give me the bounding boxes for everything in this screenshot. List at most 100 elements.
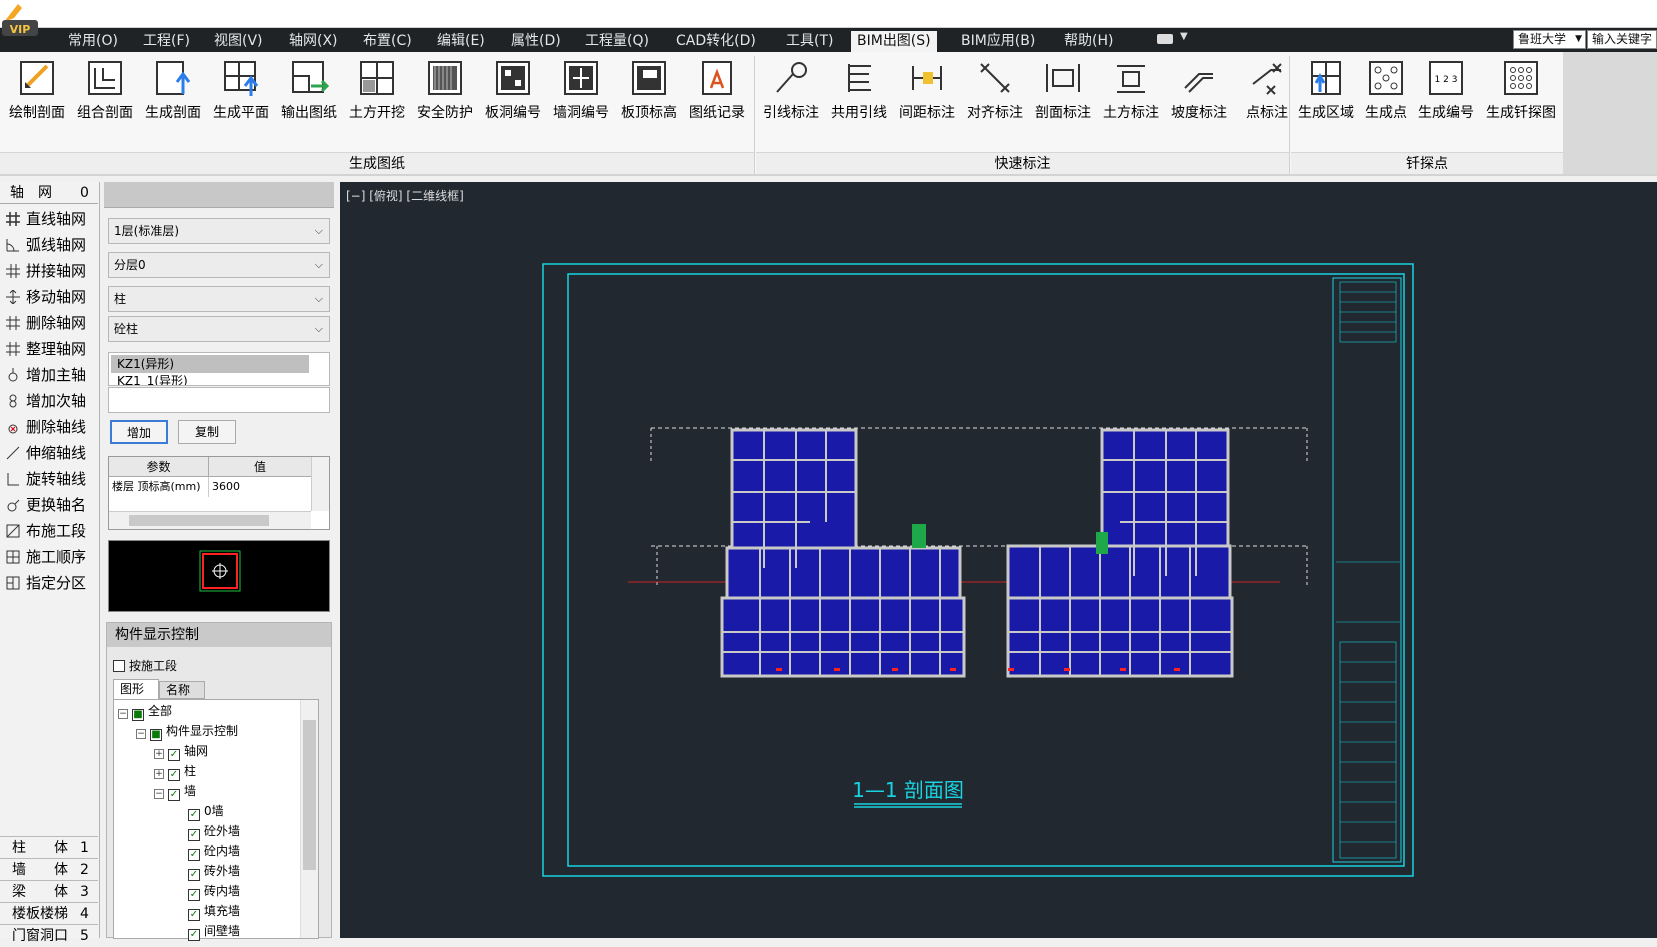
tree-node-grid[interactable]: + ✓ 轴网 [154, 742, 208, 761]
group-label-quick-annotation: 快速标注 [756, 152, 1289, 174]
by-section-checkbox[interactable]: 按施工段 [113, 657, 177, 674]
chevron-down-icon[interactable]: ▼ [1180, 31, 1188, 42]
menu-common[interactable]: 常用(O) [62, 31, 124, 52]
tree-node-brick-ext-wall[interactable]: ✓ 砖外墙 [188, 862, 240, 881]
axis-category-header[interactable]: 轴 网 0 [0, 182, 98, 204]
tree-node-all[interactable]: − ■ 全部 [118, 702, 172, 721]
generate-plan-button[interactable]: 生成平面 [208, 58, 274, 142]
tool-add-main-axis[interactable]: 增加主轴 [0, 362, 98, 388]
slope-annotation-button[interactable]: 坡度标注 [1166, 58, 1232, 142]
tool-add-sub-axis[interactable]: 增加次轴 [0, 388, 98, 414]
generate-probe-map-button[interactable]: 生成钎探图 [1481, 58, 1561, 142]
menu-quantity[interactable]: 工程量(Q) [579, 31, 655, 52]
tool-join-grid[interactable]: 拼接轴网 [0, 258, 98, 284]
wall-hole-number-button[interactable]: 墙洞编号 [548, 58, 614, 142]
generate-section-button[interactable]: 生成剖面 [140, 58, 206, 142]
tree-node-infill-wall[interactable]: ✓ 填充墙 [188, 902, 240, 921]
component-type-select[interactable]: 柱 ⌵ [108, 286, 330, 312]
generate-area-button[interactable]: 生成区域 [1293, 58, 1359, 142]
tool-construction-segment[interactable]: 布施工段 [0, 518, 98, 544]
earthwork-annotation-button[interactable]: 土方标注 [1098, 58, 1164, 142]
tree-node-wall[interactable]: − ✓ 墙 [154, 782, 196, 801]
list-item[interactable]: KZ1(异形) [111, 355, 309, 373]
category-column[interactable]: 柱 体1 [0, 836, 98, 858]
tool-construction-order[interactable]: 施工顺序 [0, 544, 98, 570]
category-beam[interactable]: 梁 体3 [0, 880, 98, 902]
earthwork-button[interactable]: 土方开挖 [344, 58, 410, 142]
screen-icon[interactable] [1157, 34, 1173, 44]
tree-node-partition-wall[interactable]: ✓ 间壁墙 [188, 922, 240, 941]
tree-node-display-control[interactable]: − ■ 构件显示控制 [136, 722, 238, 741]
properties-panel: 1层(标准层) ⌵ 分层0 ⌵ 柱 ⌵ 砼柱 ⌵ KZ1(异形) KZ1_1(异形) 增… [104, 182, 334, 941]
menu-cad-convert[interactable]: CAD转化(D) [670, 31, 762, 52]
slab-hole-number-button[interactable]: 板洞编号 [480, 58, 546, 142]
section-annotation-icon [1046, 64, 1080, 92]
tool-stretch-axis[interactable]: 伸缩轴线 [0, 440, 98, 466]
school-select[interactable]: 鲁班大学 ▼ [1513, 30, 1586, 49]
tree-node-brick-int-wall[interactable]: ✓ 砖内墙 [188, 882, 240, 901]
material-select[interactable]: 砼柱 ⌵ [108, 316, 330, 342]
category-door-window[interactable]: 门窗洞口 5 [0, 924, 98, 946]
draw-section-button[interactable]: 绘制剖面 [4, 58, 70, 142]
horizontal-scrollbar[interactable] [109, 511, 311, 529]
safety-protection-button[interactable]: 安全防护 [412, 58, 478, 142]
tree-node-wall0[interactable]: ✓ 0墙 [188, 802, 224, 821]
tool-rotate-axis[interactable]: 旋转轴线 [0, 466, 98, 492]
tool-tidy-grid[interactable]: 整理轴网 [0, 336, 98, 362]
menu-attributes[interactable]: 属性(D) [505, 31, 567, 52]
tree-node-column[interactable]: + ✓ 柱 [154, 762, 196, 781]
tool-move-grid[interactable]: 移动轴网 [0, 284, 98, 310]
vertical-scrollbar[interactable] [311, 457, 329, 511]
tool-delete-axis[interactable]: 删除轴线 [0, 414, 98, 440]
table-cell-value[interactable]: 3600 [209, 477, 309, 497]
tree-node-concrete-int-wall[interactable]: ✓ 砼内墙 [188, 842, 240, 861]
shared-leader-button[interactable]: 共用引线 [826, 58, 892, 142]
tool-assign-zone[interactable]: 指定分区 [0, 570, 98, 596]
slab-top-elevation-button[interactable]: 板顶标高 [616, 58, 682, 142]
search-input[interactable]: 输入关键字 [1587, 30, 1657, 49]
tab-name[interactable]: 名称 [159, 681, 205, 699]
menu-axis[interactable]: 轴网(X) [283, 31, 344, 52]
tool-line-grid[interactable]: 直线轴网 [0, 206, 98, 232]
menu-layout[interactable]: 布置(C) [357, 31, 418, 52]
drawing-viewport[interactable]: [−] [俯视] [二维线框] 1—1 剖面图 [340, 182, 1657, 938]
spacing-annotation-button[interactable]: 间距标注 [894, 58, 960, 142]
menu-bim-drawing[interactable]: BIM出图(S) [851, 31, 937, 52]
name-input[interactable] [108, 387, 330, 413]
sublayer-select[interactable]: 分层0 ⌵ [108, 252, 330, 278]
menu-bim-apply[interactable]: BIM应用(B) [955, 31, 1041, 52]
point-annotation-button[interactable]: 点标注 [1234, 58, 1300, 142]
panel-grip[interactable] [104, 182, 334, 208]
list-item[interactable]: KZ1_1(异形) [109, 373, 329, 385]
drawing-record-button[interactable]: 图纸记录 [684, 58, 750, 142]
combine-section-button[interactable]: 组合剖面 [72, 58, 138, 142]
floor-select[interactable]: 1层(标准层) ⌵ [108, 218, 330, 244]
add-button[interactable]: 增加 [110, 420, 168, 444]
menu-edit[interactable]: 编辑(E) [431, 31, 491, 52]
slab-top-elevation-icon [632, 61, 666, 95]
copy-button[interactable]: 复制 [178, 420, 236, 444]
category-wall[interactable]: 墙 体2 [0, 858, 98, 880]
component-list[interactable]: KZ1(异形) KZ1_1(异形) [108, 352, 330, 386]
table-cell-param[interactable]: 楼层 顶标高(mm) [109, 477, 209, 497]
app-logo[interactable]: VIP [0, 0, 40, 40]
category-slab-stair[interactable]: 楼板楼梯 4 [0, 902, 98, 924]
tree-scrollbar[interactable] [300, 700, 318, 938]
tool-delete-grid[interactable]: 删除轴网 [0, 310, 98, 336]
tool-arc-grid[interactable]: 弧线轴网 [0, 232, 98, 258]
leader-annotation-button[interactable]: 引线标注 [758, 58, 824, 142]
menu-view[interactable]: 视图(V) [208, 31, 269, 52]
menu-help[interactable]: 帮助(H) [1058, 31, 1119, 52]
slope-annotation-icon [1184, 73, 1213, 93]
export-drawing-button[interactable]: 输出图纸 [276, 58, 342, 142]
section-annotation-button[interactable]: 剖面标注 [1030, 58, 1096, 142]
tab-graphic[interactable]: 图形 [113, 679, 159, 699]
menu-tools[interactable]: 工具(T) [780, 31, 839, 52]
tree-node-concrete-ext-wall[interactable]: ✓ 砼外墙 [188, 822, 240, 841]
align-annotation-button[interactable]: 对齐标注 [962, 58, 1028, 142]
tool-rename-axis[interactable]: 更换轴名 [0, 492, 98, 518]
menu-project[interactable]: 工程(F) [137, 31, 196, 52]
generate-number-button[interactable]: 1 2 3 生成编号 [1413, 58, 1479, 142]
drawing-title-underline [854, 803, 962, 808]
generate-point-button[interactable]: 生成点 [1361, 58, 1411, 142]
